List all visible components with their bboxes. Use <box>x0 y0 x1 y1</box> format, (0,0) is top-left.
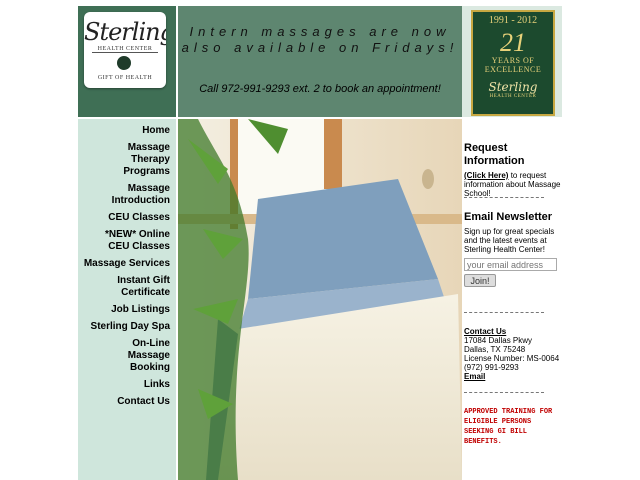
logo-divider <box>92 52 158 53</box>
logo-health-center: HEALTH CENTER <box>97 46 153 52</box>
nav-massage-services[interactable]: Massage Services <box>78 258 176 270</box>
anniversary-badge: 1991 - 2012 21 YEARS OF EXCELLENCE Sterl… <box>471 10 555 116</box>
badge-number: 21 <box>500 28 526 57</box>
newsletter-email-input[interactable] <box>464 258 557 271</box>
badge-sub: HEALTH CENTER <box>489 94 537 99</box>
nav-home[interactable]: Home <box>78 125 176 137</box>
nav-links[interactable]: Links <box>78 379 176 391</box>
sidebar-nav: Home Massage Therapy Programs Massage In… <box>78 119 176 480</box>
logo-gift: GIFT OF HEALTH <box>97 75 153 81</box>
badge-years: 1991 - 2012 <box>488 15 538 26</box>
banner-call: Call 972-991-9293 ext. 2 to book an appo… <box>199 83 441 95</box>
header-banner: Intern massages are now also available o… <box>178 6 462 117</box>
address-line2: Dallas, TX 75248 <box>464 345 526 354</box>
license-number: License Number: MS-0064 <box>464 354 560 363</box>
nav-job-listings[interactable]: Job Listings <box>78 304 176 316</box>
divider <box>464 392 544 393</box>
logo-seal-icon <box>117 56 131 70</box>
logo-script: Sterling <box>84 18 166 46</box>
badge-line1: YEARS OF <box>491 56 535 65</box>
banner-announcement: Intern massages are now also available o… <box>181 24 459 55</box>
page-container: Sterling HEALTH CENTER GIFT OF HEALTH In… <box>78 6 562 480</box>
nav-contact-us[interactable]: Contact Us <box>78 396 176 408</box>
request-info-link[interactable]: (Click Here) <box>464 171 508 180</box>
badge-cell: 1991 - 2012 21 YEARS OF EXCELLENCE Sterl… <box>462 6 562 117</box>
contact-us-link[interactable]: Contact Us <box>464 327 506 336</box>
nav-massage-therapy-programs[interactable]: Massage Therapy Programs <box>78 142 176 178</box>
nav-ceu-classes[interactable]: CEU Classes <box>78 212 176 224</box>
nav-massage-introduction[interactable]: Massage Introduction <box>78 183 176 207</box>
massage-table-photo <box>178 119 462 480</box>
phone-number: (972) 991-9293 <box>464 363 519 372</box>
join-button[interactable]: Join! <box>464 274 496 287</box>
sterling-logo[interactable]: Sterling HEALTH CENTER GIFT OF HEALTH <box>84 12 166 88</box>
request-info-text: (Click Here) to request information abou… <box>464 171 562 198</box>
divider <box>464 197 544 198</box>
gi-bill-notice: APPROVED TRAINING FOR ELIGIBLE PERSONS S… <box>464 408 553 446</box>
nav-online-ceu-classes[interactable]: *NEW* Online CEU Classes <box>78 229 176 253</box>
request-info-title: Request Information <box>464 142 525 167</box>
newsletter-title: Email Newsletter <box>464 211 553 223</box>
email-link[interactable]: Email <box>464 372 485 381</box>
badge-brand: Sterling <box>488 80 538 94</box>
address-line1: 17084 Dallas Pkwy <box>464 336 533 345</box>
badge-line2: EXCELLENCE <box>484 65 542 74</box>
nav-gift-certificate[interactable]: Instant Gift Certificate <box>78 275 176 299</box>
nav-online-booking[interactable]: On-Line Massage Booking <box>78 338 176 374</box>
logo-cell: Sterling HEALTH CENTER GIFT OF HEALTH <box>78 6 176 117</box>
nav-sterling-day-spa[interactable]: Sterling Day Spa <box>78 321 176 333</box>
photo-illustration <box>178 119 462 480</box>
right-column: Request Information (Click Here) to requ… <box>464 119 562 480</box>
divider <box>464 312 544 313</box>
newsletter-text: Sign up for great specials and the lates… <box>464 227 555 254</box>
